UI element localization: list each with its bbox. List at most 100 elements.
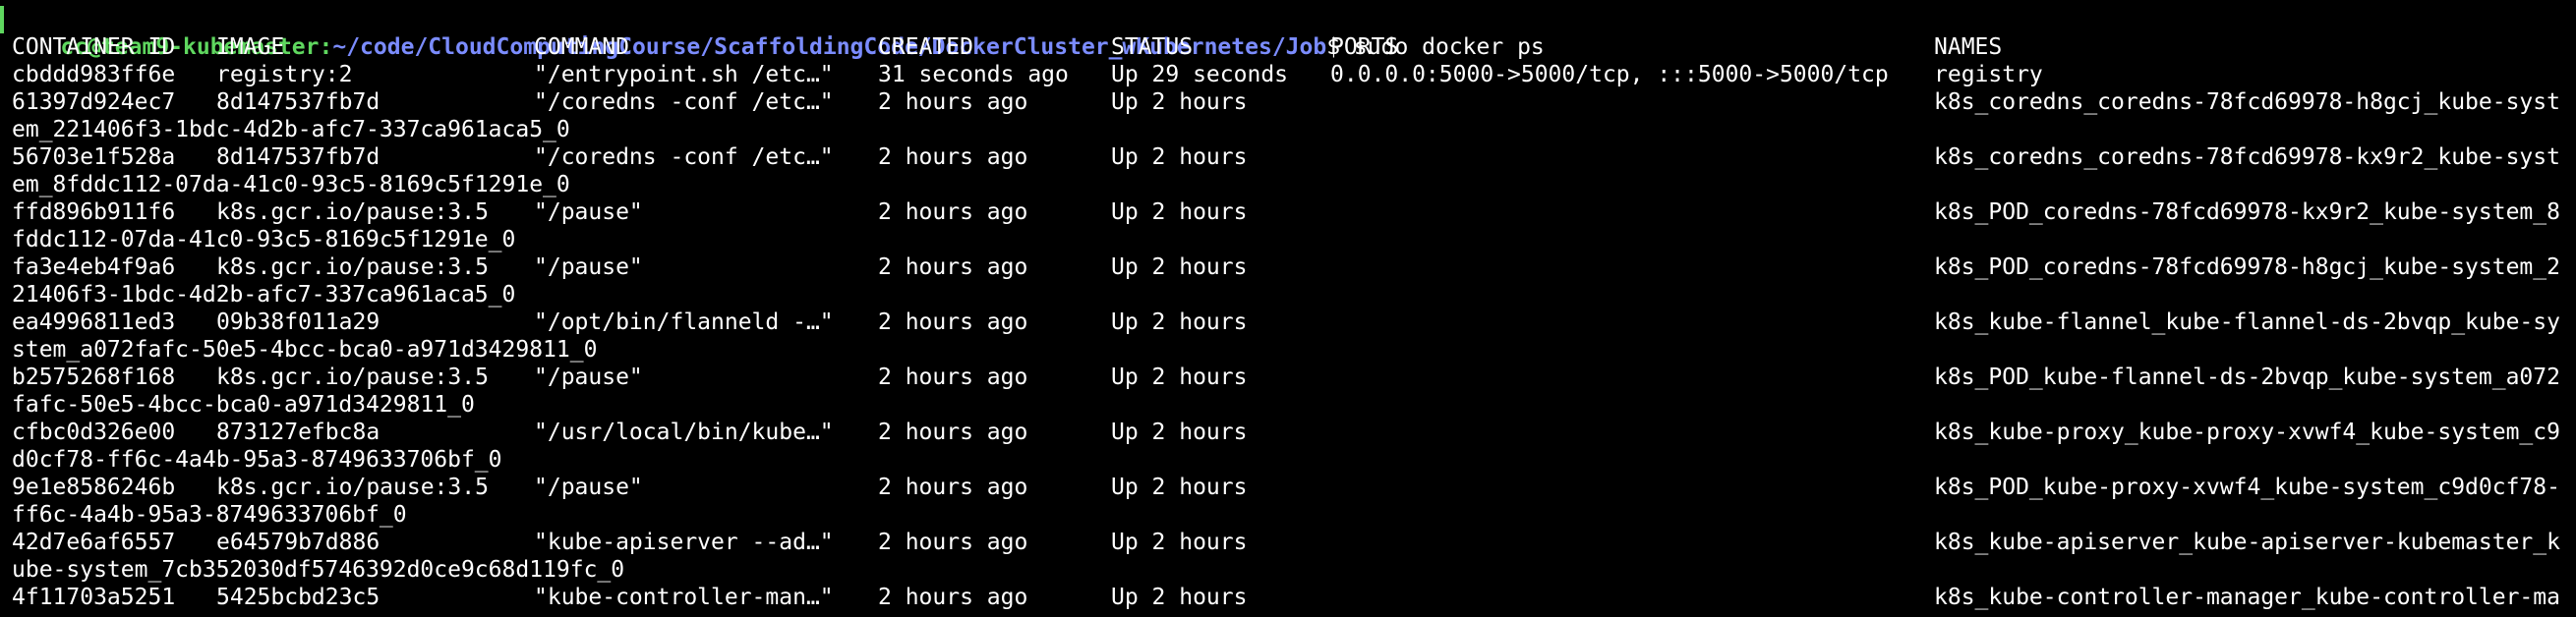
table-row-wrap: fafc-50e5-4bcc-bca0-a971d3429811_0 [0, 391, 2576, 419]
row-created: 2 hours ago [878, 89, 1028, 115]
row-status: Up 2 hours [1111, 365, 1248, 390]
table-row-wrap: ube-system_7cb352030df5746392d0ce9c68d11… [0, 556, 2576, 584]
row-created: 2 hours ago [878, 365, 1028, 390]
row-status: Up 2 hours [1111, 530, 1248, 555]
table-row: 9e1e8586246b k8s.gcr.io/pause:3.5 "/paus… [0, 474, 2576, 501]
row-command: "/pause" [534, 365, 643, 390]
row-names: registry [1934, 62, 2043, 87]
row-image: 873127efbc8a [216, 420, 381, 445]
row-container-id: fa3e4eb4f9a6 [12, 254, 176, 280]
row-names: k8s_kube-flannel_kube-flannel-ds-2bvqp_k… [1934, 309, 2560, 335]
table-header: CONTAINER ID IMAGE COMMAND CREATED STATU… [0, 33, 2576, 61]
row-image: k8s.gcr.io/pause:3.5 [216, 365, 489, 390]
row-status: Up 2 hours [1111, 199, 1248, 225]
row-image: 09b38f011a29 [216, 309, 381, 335]
table-row: ffd896b911f6 k8s.gcr.io/pause:3.5 "/paus… [0, 198, 2576, 226]
row-names: k8s_kube-apiserver_kube-apiserver-kubema… [1934, 530, 2560, 555]
table-row-wrap: em_221406f3-1bdc-4d2b-afc7-337ca961aca5_… [0, 116, 2576, 143]
header-names: NAMES [1934, 34, 2003, 60]
row-command: "kube-controller-man…" [534, 585, 834, 610]
row-created: 2 hours ago [878, 309, 1028, 335]
prompt-line: cc@team9-kubemaster:~/code/CloudComputin… [0, 6, 2576, 60]
row-names-wrap: fafc-50e5-4bcc-bca0-a971d3429811_0 [12, 392, 475, 418]
row-names: k8s_coredns_coredns-78fcd69978-kx9r2_kub… [1934, 144, 2560, 170]
row-container-id: 56703e1f528a [12, 144, 176, 170]
row-command: "/coredns -conf /etc…" [534, 144, 834, 170]
table-row-wrap: d0cf78-ff6c-4a4b-95a3-8749633706bf_0 [0, 446, 2576, 474]
row-names-wrap: ube-system_7cb352030df5746392d0ce9c68d11… [12, 557, 625, 583]
table-row: 42d7e6af6557 e64579b7d886 "kube-apiserve… [0, 529, 2576, 556]
row-names-wrap: 21406f3-1bdc-4d2b-afc7-337ca961aca5_0 [12, 282, 516, 308]
table-row-wrap: em_8fddc112-07da-41c0-93c5-8169c5f1291e_… [0, 171, 2576, 198]
table-row: ea4996811ed3 09b38f011a29 "/opt/bin/flan… [0, 308, 2576, 336]
table-row: 4f11703a5251 5425bcbd23c5 "kube-controll… [0, 584, 2576, 611]
row-container-id: ffd896b911f6 [12, 199, 176, 225]
row-image: k8s.gcr.io/pause:3.5 [216, 475, 489, 500]
row-names-wrap: stem_a072fafc-50e5-4bcc-bca0-a971d342981… [12, 337, 598, 363]
row-names-wrap: em_8fddc112-07da-41c0-93c5-8169c5f1291e_… [12, 172, 570, 197]
row-names: k8s_POD_kube-flannel-ds-2bvqp_kube-syste… [1934, 365, 2560, 390]
table-row: b2575268f168 k8s.gcr.io/pause:3.5 "/paus… [0, 364, 2576, 391]
row-names: k8s_POD_coredns-78fcd69978-kx9r2_kube-sy… [1934, 199, 2560, 225]
table-row: cbddd983ff6e registry:2 "/entrypoint.sh … [0, 61, 2576, 88]
row-created: 2 hours ago [878, 199, 1028, 225]
row-image: 5425bcbd23c5 [216, 585, 381, 610]
row-status: Up 2 hours [1111, 309, 1248, 335]
row-command: "kube-apiserver --ad…" [534, 530, 834, 555]
row-command: "/pause" [534, 254, 643, 280]
header-created: CREATED [878, 34, 973, 60]
row-names-wrap: fddc112-07da-41c0-93c5-8169c5f1291e_0 [12, 227, 516, 252]
row-image: registry:2 [216, 62, 353, 87]
row-command: "/opt/bin/flanneld -…" [534, 309, 834, 335]
row-container-id: b2575268f168 [12, 365, 176, 390]
row-ports: 0.0.0.0:5000->5000/tcp, :::5000->5000/tc… [1330, 62, 1889, 87]
row-names-wrap: em_221406f3-1bdc-4d2b-afc7-337ca961aca5_… [12, 117, 570, 142]
header-ports: PORTS [1330, 34, 1399, 60]
terminal-window[interactable]: cc@team9-kubemaster:~/code/CloudComputin… [0, 0, 2576, 617]
row-container-id: cfbc0d326e00 [12, 420, 176, 445]
row-image: 8d147537fb7d [216, 144, 381, 170]
row-status: Up 2 hours [1111, 89, 1248, 115]
row-status: Up 2 hours [1111, 144, 1248, 170]
table-row-wrap: ff6c-4a4b-95a3-8749633706bf_0 [0, 501, 2576, 529]
table-row-wrap: 21406f3-1bdc-4d2b-afc7-337ca961aca5_0 [0, 281, 2576, 308]
table-row: 61397d924ec7 8d147537fb7d "/coredns -con… [0, 88, 2576, 116]
row-status: Up 2 hours [1111, 420, 1248, 445]
row-created: 2 hours ago [878, 530, 1028, 555]
table-row-wrap: fddc112-07da-41c0-93c5-8169c5f1291e_0 [0, 226, 2576, 253]
row-command: "/pause" [534, 475, 643, 500]
row-container-id: 42d7e6af6557 [12, 530, 176, 555]
row-container-id: 4f11703a5251 [12, 585, 176, 610]
row-image: 8d147537fb7d [216, 89, 381, 115]
row-command: "/entrypoint.sh /etc…" [534, 62, 834, 87]
table-row: cfbc0d326e00 873127efbc8a "/usr/local/bi… [0, 419, 2576, 446]
row-command: "/usr/local/bin/kube…" [534, 420, 834, 445]
row-names: k8s_POD_coredns-78fcd69978-h8gcj_kube-sy… [1934, 254, 2560, 280]
row-container-id: ea4996811ed3 [12, 309, 176, 335]
row-names-wrap: d0cf78-ff6c-4a4b-95a3-8749633706bf_0 [12, 447, 502, 473]
table-row-wrap: stem_a072fafc-50e5-4bcc-bca0-a971d342981… [0, 336, 2576, 364]
row-created: 2 hours ago [878, 420, 1028, 445]
row-created: 2 hours ago [878, 144, 1028, 170]
row-status: Up 29 seconds [1111, 62, 1289, 87]
header-container-id: CONTAINER ID [12, 34, 176, 60]
row-image: e64579b7d886 [216, 530, 381, 555]
row-command: "/pause" [534, 199, 643, 225]
row-names: k8s_kube-proxy_kube-proxy-xvwf4_kube-sys… [1934, 420, 2560, 445]
row-status: Up 2 hours [1111, 254, 1248, 280]
header-image: IMAGE [216, 34, 285, 60]
table-row: 56703e1f528a 8d147537fb7d "/coredns -con… [0, 143, 2576, 171]
row-created: 31 seconds ago [878, 62, 1069, 87]
row-created: 2 hours ago [878, 475, 1028, 500]
row-status: Up 2 hours [1111, 585, 1248, 610]
row-container-id: cbddd983ff6e [12, 62, 176, 87]
row-image: k8s.gcr.io/pause:3.5 [216, 199, 489, 225]
row-image: k8s.gcr.io/pause:3.5 [216, 254, 489, 280]
row-command: "/coredns -conf /etc…" [534, 89, 834, 115]
row-container-id: 61397d924ec7 [12, 89, 176, 115]
row-names-wrap: ff6c-4a4b-95a3-8749633706bf_0 [12, 502, 407, 528]
header-status: STATUS [1111, 34, 1194, 60]
row-names: k8s_POD_kube-proxy-xvwf4_kube-system_c9d… [1934, 475, 2560, 500]
row-names: k8s_coredns_coredns-78fcd69978-h8gcj_kub… [1934, 89, 2560, 115]
prompt-marker [0, 6, 4, 33]
